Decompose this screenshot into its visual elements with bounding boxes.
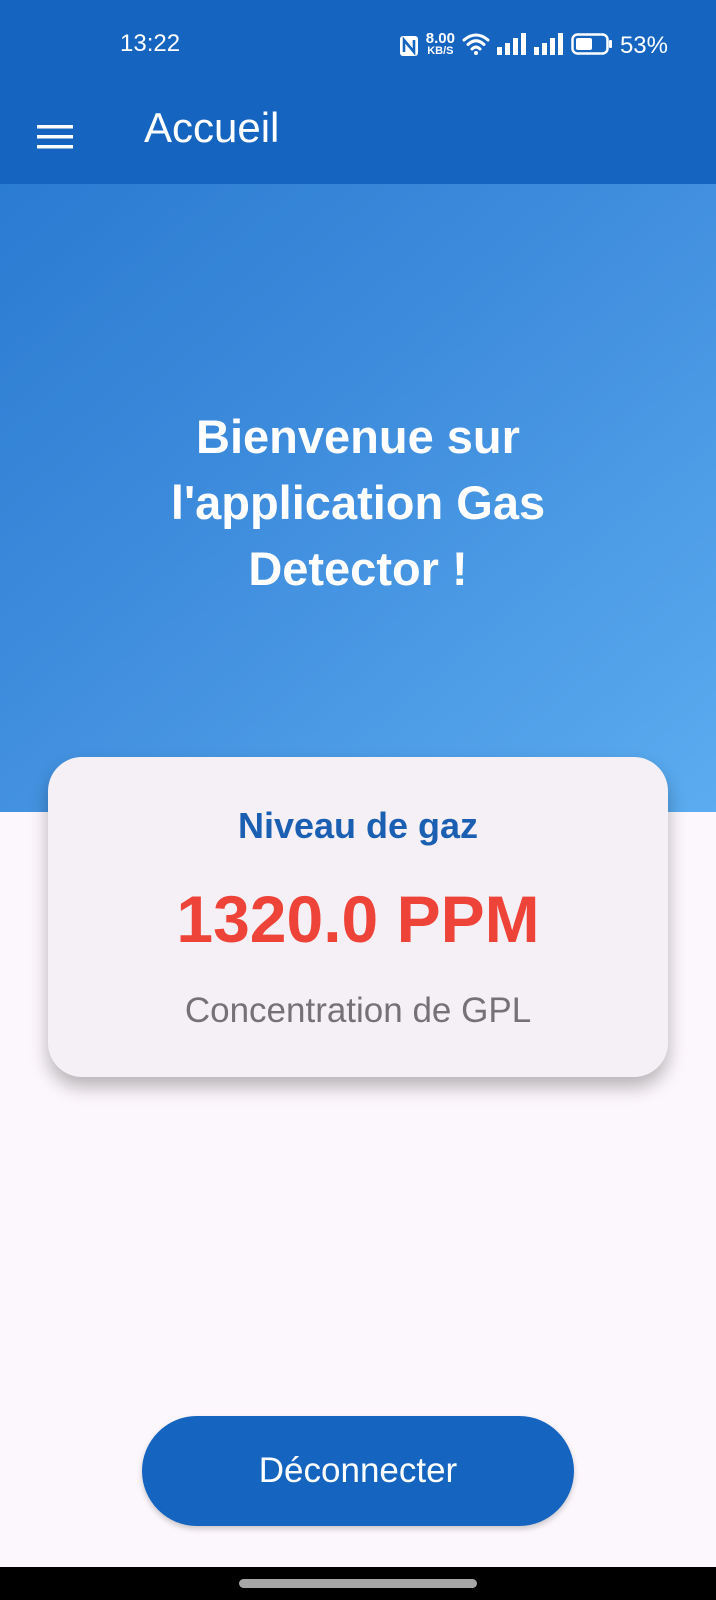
top-bar: 13:22 8.00 KB/S 53% Accueil bbox=[0, 0, 716, 184]
logout-button[interactable]: Déconnecter bbox=[142, 1416, 574, 1526]
signal-icon bbox=[533, 32, 564, 60]
network-speed-value: 8.00 bbox=[425, 30, 455, 47]
gas-concentration-label: Concentration de GPL bbox=[184, 991, 532, 1030]
menu-button[interactable] bbox=[30, 114, 80, 164]
home-indicator[interactable] bbox=[239, 1579, 477, 1588]
status-icons: 8.00 KB/S 53% bbox=[399, 30, 668, 62]
page-title: Accueil bbox=[144, 104, 280, 151]
app-bar: Accueil bbox=[0, 92, 716, 184]
network-speed: 8.00 KB/S bbox=[426, 31, 455, 57]
status-time: 13:22 bbox=[120, 30, 181, 57]
hamburger-menu-icon bbox=[36, 123, 74, 156]
gas-level-value: 1320.0 PPM bbox=[176, 882, 540, 956]
battery-icon bbox=[571, 32, 613, 60]
gas-level-title: Niveau de gaz bbox=[237, 805, 479, 846]
nfc-icon bbox=[399, 35, 419, 57]
status-bar: 13:22 8.00 KB/S 53% bbox=[0, 0, 716, 92]
network-speed-unit: KB/S bbox=[427, 45, 454, 57]
welcome-banner: Bienvenue sur l'application Gas Detector… bbox=[0, 184, 716, 812]
battery-percent: 53% bbox=[619, 32, 668, 59]
gas-level-card: Niveau de gaz 1320.0 PPM Concentration d… bbox=[48, 757, 668, 1077]
wifi-icon bbox=[462, 32, 490, 61]
system-nav-bar bbox=[0, 1567, 716, 1600]
signal-icon bbox=[496, 32, 527, 60]
welcome-text: Bienvenue sur l'application Gas Detector… bbox=[170, 410, 546, 595]
